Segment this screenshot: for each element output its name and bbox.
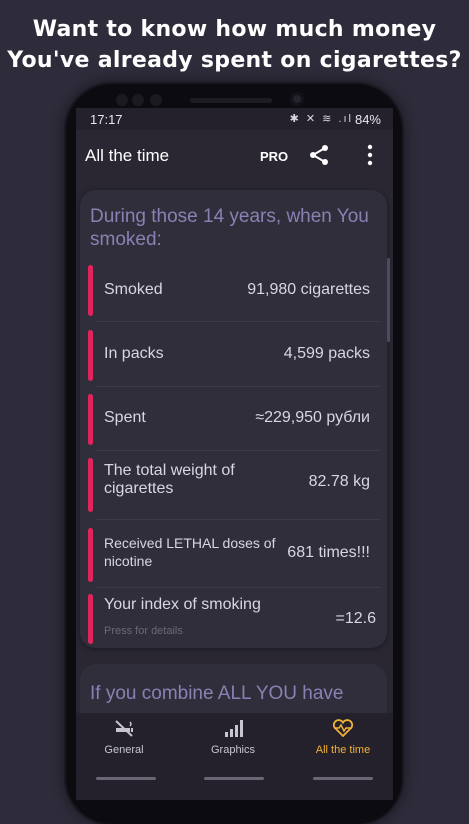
row-divider xyxy=(96,386,380,387)
nav-graphics[interactable]: Graphics xyxy=(183,719,283,756)
sensor-dot xyxy=(132,94,144,106)
nav-label: Graphics xyxy=(210,744,256,756)
page-title: All the time xyxy=(85,146,170,165)
stat-label: Spent xyxy=(104,409,146,426)
combined-heading: If you combine ALL YOU have xyxy=(90,683,344,704)
accent-bar xyxy=(88,394,93,445)
nav-indicator-line xyxy=(96,777,156,780)
stat-row-spent[interactable]: Spent ≈229,950 рубли xyxy=(88,394,380,451)
status-bar: 17:17 ✱ ✕ ≋ .ıl 84% xyxy=(76,108,393,130)
stat-row-nicotine[interactable]: Received LETHAL doses of nicotine 681 ti… xyxy=(88,528,380,588)
stat-row-smoked[interactable]: Smoked 91,980 cigarettes xyxy=(88,265,380,322)
phone-screen: 17:17 ✱ ✕ ≋ .ıl 84% All the time PRO Dur… xyxy=(76,108,393,800)
stat-value: =12.6 xyxy=(335,610,376,627)
status-time: 17:17 xyxy=(90,112,123,127)
accent-bar xyxy=(88,458,93,512)
nav-indicator-line xyxy=(204,777,264,780)
details-hint: Press for details xyxy=(104,625,183,637)
heart-pulse-icon xyxy=(332,719,354,737)
promo-line-2: You've already spent on cigarettes? xyxy=(7,48,462,73)
stat-row-weight[interactable]: The total weight of cigarettes 82.78 kg xyxy=(88,458,380,520)
share-icon[interactable] xyxy=(308,144,330,166)
stat-value: 681 times!!! xyxy=(287,544,370,561)
promo-line-1: Want to know how much money xyxy=(32,17,437,42)
row-divider xyxy=(96,519,380,520)
bar-chart-icon xyxy=(225,720,243,737)
earpiece-speaker xyxy=(190,98,272,103)
stat-value: 4,599 packs xyxy=(283,345,370,362)
nav-all-the-time[interactable]: All the time xyxy=(293,719,393,756)
stat-value: 91,980 cigarettes xyxy=(247,281,370,298)
status-icons: ✱ ✕ ≋ .ıl xyxy=(289,113,353,125)
accent-bar xyxy=(88,330,93,381)
stat-label: Received LETHAL doses of nicotine xyxy=(104,535,276,569)
app-bar: All the time PRO xyxy=(76,130,393,182)
promo-caption: Want to know how much money You've alrea… xyxy=(0,14,469,76)
nav-indicator-line xyxy=(313,777,373,780)
accent-bar xyxy=(88,265,93,316)
more-vert-icon[interactable] xyxy=(366,144,374,166)
row-divider xyxy=(96,450,380,451)
bottom-navigation: General Graphics All the time xyxy=(76,713,393,800)
stats-heading: During those 14 years, when You smoked: xyxy=(90,206,369,250)
nav-general[interactable]: General xyxy=(76,719,174,756)
no-smoking-icon xyxy=(115,720,133,737)
accent-bar xyxy=(88,594,93,644)
stat-label: Your index of smoking xyxy=(104,596,261,613)
pro-button[interactable]: PRO xyxy=(260,149,288,164)
stat-row-packs[interactable]: In packs 4,599 packs xyxy=(88,330,380,387)
stat-value: 82.78 kg xyxy=(308,473,370,490)
accent-bar xyxy=(88,528,93,582)
nav-label: General xyxy=(104,744,144,756)
battery-level: 84% xyxy=(354,112,381,127)
nav-label: All the time xyxy=(315,744,371,756)
row-divider xyxy=(96,587,380,588)
sensor-dot xyxy=(116,94,128,106)
front-camera xyxy=(290,92,304,106)
lifetime-stats-card: During those 14 years, when You smoked: … xyxy=(80,190,387,648)
stat-label: Smoked xyxy=(104,281,163,298)
row-divider xyxy=(96,321,380,322)
stat-row-index[interactable]: Your index of smoking Press for details … xyxy=(88,594,380,644)
stat-label: In packs xyxy=(104,345,164,362)
sensor-dot xyxy=(150,94,162,106)
stat-value: ≈229,950 рубли xyxy=(255,409,370,426)
scrollbar[interactable] xyxy=(387,258,390,342)
stat-label: The total weight of cigarettes xyxy=(104,462,235,497)
